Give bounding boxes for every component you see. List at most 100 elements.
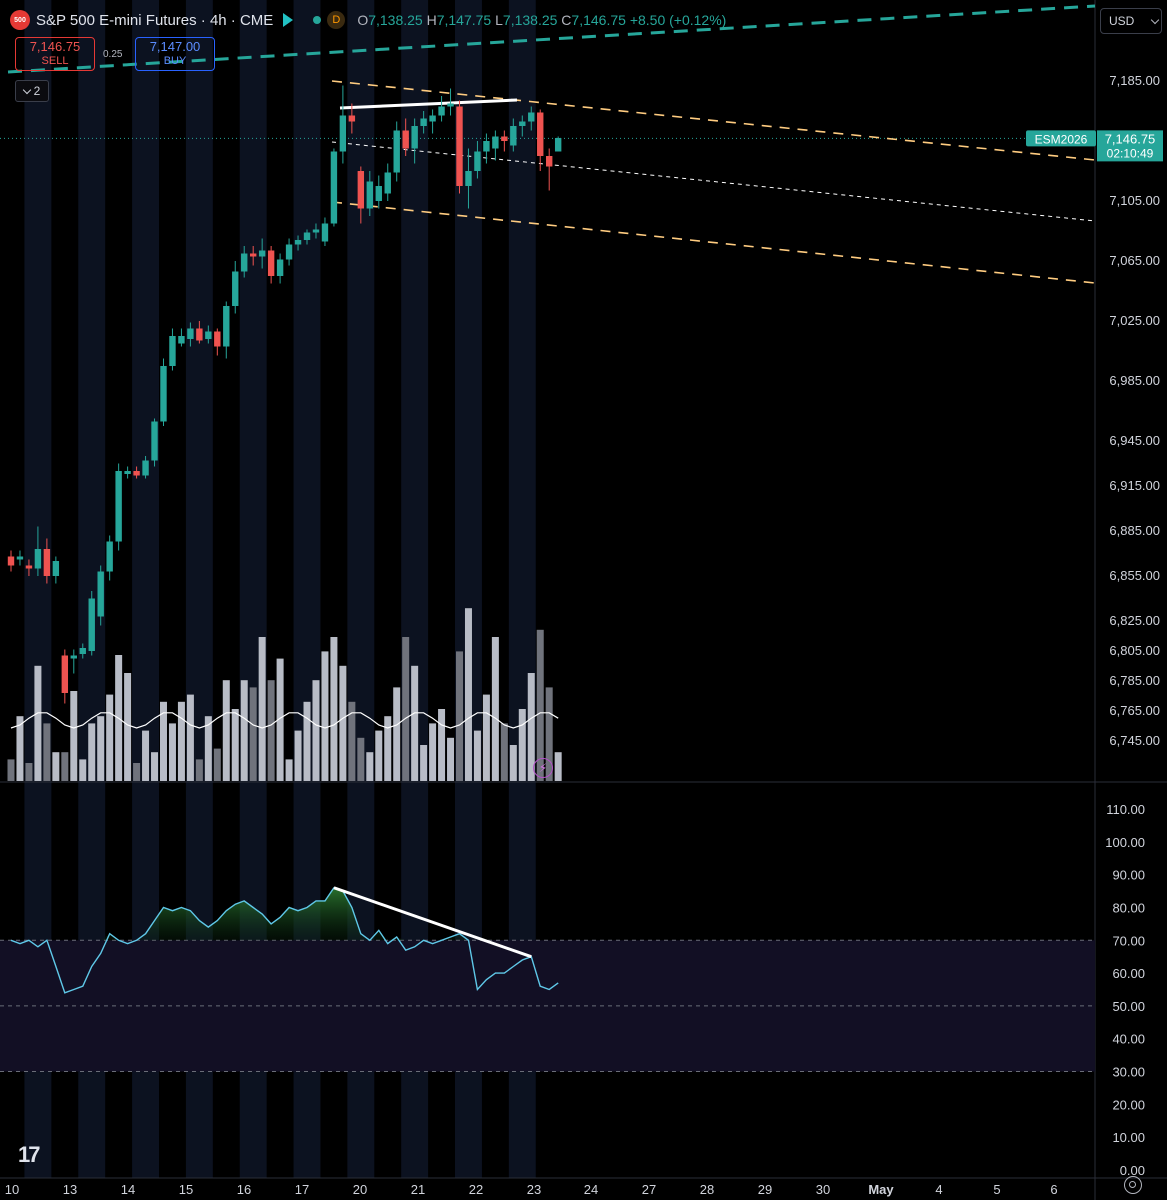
candle-body	[169, 336, 176, 366]
time-tick-label: 24	[584, 1182, 598, 1197]
volume-bar	[491, 637, 499, 781]
candle-body	[501, 136, 508, 141]
market-status-icon	[313, 16, 322, 24]
volume-bar	[500, 723, 508, 781]
volume-bar	[25, 763, 33, 781]
rsi-tick-label: 40.00	[1112, 1032, 1145, 1047]
rsi-tick-label: 60.00	[1112, 966, 1145, 981]
volume-bar	[321, 651, 329, 781]
candle-body	[554, 138, 562, 152]
currency-select[interactable]: USD	[1100, 8, 1162, 34]
candle-body	[546, 156, 553, 167]
candle-body	[402, 130, 409, 149]
buy-button[interactable]: 7,147.00 BUY	[135, 37, 215, 71]
time-tick-label: 10	[5, 1182, 19, 1197]
time-tick-label: 17	[295, 1182, 309, 1197]
price-tick-label: 6,745.00	[1109, 733, 1160, 748]
candle-body	[393, 130, 400, 173]
volume-bar	[285, 759, 293, 781]
candle-body	[285, 244, 293, 260]
rsi-tick-label: 10.00	[1112, 1130, 1145, 1145]
candle-body	[187, 328, 194, 339]
sell-label: SELL	[41, 55, 69, 67]
candle-body	[420, 118, 427, 126]
volume-bar	[456, 651, 463, 781]
chart-canvas[interactable]: 7,185.00 7,105.00 7,065.00 7,025.00 6,985.00…	[0, 0, 1167, 1200]
chevron-down-icon	[22, 85, 31, 94]
candle-body	[115, 471, 122, 542]
flash-icon[interactable]: ⚡	[533, 758, 553, 778]
price-tick-label: 7,185.00	[1109, 73, 1160, 88]
candle-body	[97, 571, 104, 617]
indicators-collapse-button[interactable]: 2	[15, 80, 49, 102]
volume-bar	[509, 745, 517, 781]
candle-body	[447, 103, 454, 107]
volume-bar	[240, 680, 248, 781]
d-badge[interactable]: D	[327, 11, 346, 29]
candle-body	[474, 151, 481, 171]
candle-body	[321, 223, 329, 242]
volume-bar	[106, 694, 114, 781]
time-tick-label: 21	[411, 1182, 425, 1197]
volume-bar	[186, 694, 194, 781]
candle-body	[456, 106, 463, 186]
symbol-logo-icon[interactable]: 500	[10, 10, 30, 30]
candle-body	[241, 253, 248, 272]
channel-lower-line	[331, 201, 1096, 284]
candle-body	[43, 549, 51, 576]
candle-body	[492, 136, 499, 149]
time-tick-label: 4	[935, 1182, 942, 1197]
candle-body	[294, 240, 302, 245]
volume-bar	[222, 680, 230, 781]
close-value: 7,146.75	[571, 12, 626, 28]
volume-bar	[294, 730, 302, 781]
volume-bar	[195, 759, 203, 781]
time-tick-label: 14	[121, 1182, 135, 1197]
candle-body	[142, 460, 149, 476]
flag-icon[interactable]	[283, 13, 294, 27]
volume-bar	[249, 687, 257, 781]
candle-body	[133, 471, 140, 476]
price-tick-label: 6,885.00	[1109, 523, 1160, 538]
tradingview-logo-icon[interactable]: 17	[18, 1142, 41, 1168]
volume-bar	[464, 608, 472, 781]
rsi-tick-label: 80.00	[1112, 900, 1145, 915]
volume-bar	[258, 637, 266, 781]
rsi-tick-label: 90.00	[1112, 868, 1145, 883]
time-tick-label: May	[868, 1182, 894, 1197]
candle-body	[276, 259, 284, 276]
rsi-tick-label: 70.00	[1112, 933, 1145, 948]
volume-bar	[168, 723, 176, 781]
candle-body	[537, 112, 544, 156]
price-tick-label: 7,105.00	[1109, 193, 1160, 208]
candle-body	[411, 126, 418, 149]
rsi-tick-label: 50.00	[1112, 999, 1145, 1014]
candle-body	[357, 171, 365, 209]
indicator-count: 2	[33, 84, 41, 98]
sell-button[interactable]: 7,146.75 SELL	[15, 37, 95, 71]
candle-body	[106, 541, 113, 572]
volume-bar	[7, 759, 15, 781]
buy-label: BUY	[163, 55, 187, 67]
candle-body	[267, 250, 275, 276]
time-tick-label: 5	[993, 1182, 1000, 1197]
candle-body	[34, 549, 42, 569]
time-tick-label: 6	[1050, 1182, 1057, 1197]
volume-bar	[70, 691, 78, 781]
candle-body	[348, 115, 356, 122]
volume-bar	[438, 709, 446, 781]
symbol-title[interactable]: S&P 500 E-mini Futures · 4h · CME	[36, 12, 273, 29]
candle-body	[519, 121, 526, 126]
price-tick-label: 6,985.00	[1109, 373, 1160, 388]
price-tick-label: 7,025.00	[1109, 313, 1160, 328]
candle-body	[303, 232, 311, 240]
candle-body	[528, 112, 535, 122]
time-tick-label: 13	[63, 1182, 77, 1197]
price-tick-label: 6,915.00	[1109, 478, 1160, 493]
price-tick-label: 6,855.00	[1109, 568, 1160, 583]
volume-bar	[177, 701, 185, 781]
gear-icon[interactable]	[1124, 1176, 1142, 1194]
volume-bar	[43, 723, 51, 781]
price-tick-label: 6,765.00	[1109, 703, 1160, 718]
currency-value: USD	[1109, 14, 1135, 28]
